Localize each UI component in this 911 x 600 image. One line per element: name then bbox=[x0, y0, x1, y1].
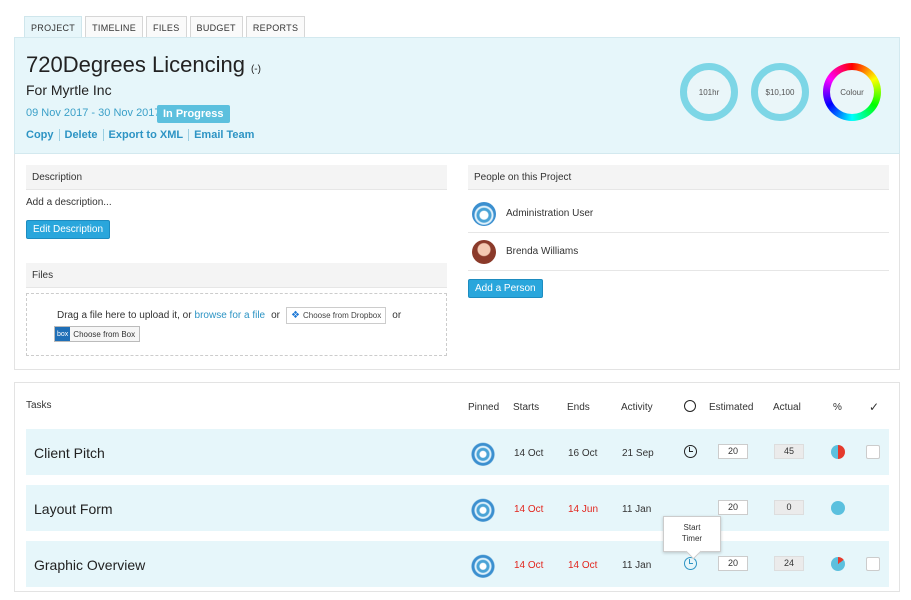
person-name: Brenda Williams bbox=[506, 246, 579, 257]
estimated-input[interactable]: 20 bbox=[718, 556, 748, 571]
add-person-button[interactable]: Add a Person bbox=[468, 279, 543, 298]
budget-ring: $10,100 bbox=[751, 63, 809, 121]
actual-value: 45 bbox=[774, 444, 804, 459]
estimated-input[interactable]: 20 bbox=[718, 500, 748, 515]
actual-value: 0 bbox=[774, 500, 804, 515]
tooltip-line-1: Start bbox=[683, 523, 701, 532]
drag-text: Drag a file here to upload it, or bbox=[57, 310, 192, 321]
description-placeholder[interactable]: Add a description... bbox=[26, 197, 112, 208]
task-name[interactable]: Layout Form bbox=[34, 501, 113, 517]
task-row[interactable]: Layout Form 14 Oct 14 Jun 11 Jan 20 0 bbox=[26, 485, 889, 531]
task-starts: 14 Oct bbox=[514, 504, 544, 515]
person-row[interactable]: Administration User bbox=[468, 195, 889, 233]
task-activity: 11 Jan bbox=[622, 504, 652, 515]
col-starts: Starts bbox=[513, 402, 540, 413]
project-title-text: 720Degrees Licencing bbox=[26, 52, 245, 77]
progress-pie bbox=[831, 557, 845, 571]
actual-value: 24 bbox=[774, 556, 804, 571]
browse-file-link[interactable]: browse for a file bbox=[195, 310, 266, 321]
col-timer-clock-icon bbox=[684, 400, 696, 412]
col-estimated: Estimated bbox=[709, 402, 754, 413]
project-client: For Myrtle Inc bbox=[26, 82, 112, 98]
col-pinned: Pinned bbox=[468, 402, 500, 413]
box-button-label: Choose from Box bbox=[73, 329, 136, 339]
task-starts: 14 Oct bbox=[514, 448, 544, 459]
estimated-input[interactable]: 20 bbox=[718, 444, 748, 459]
task-activity: 11 Jan bbox=[622, 560, 652, 571]
col-activity: Activity bbox=[621, 402, 653, 413]
task-row[interactable]: Client Pitch 14 Oct 16 Oct 21 Sep 20 45 bbox=[26, 429, 889, 475]
project-title: 720Degrees Licencing (-) bbox=[26, 52, 261, 78]
tab-files[interactable]: FILES bbox=[146, 16, 187, 37]
task-starts: 14 Oct bbox=[514, 560, 544, 571]
colour-picker-ring[interactable]: Colour bbox=[823, 63, 881, 121]
dropzone-line: Drag a file here to upload it, or browse… bbox=[57, 307, 407, 324]
tab-reports[interactable]: REPORTS bbox=[245, 16, 306, 37]
status-badge: In Progress bbox=[157, 105, 230, 123]
hours-value: 101hr bbox=[698, 87, 720, 97]
tooltip-line-2: Timer bbox=[681, 534, 703, 543]
col-ends: Ends bbox=[567, 402, 590, 413]
pinned-user-icon[interactable] bbox=[470, 496, 496, 522]
col-done: ✓ bbox=[869, 400, 880, 414]
or-text-2: or bbox=[392, 310, 402, 321]
start-timer-clock-icon[interactable] bbox=[684, 557, 697, 570]
budget-value: $10,100 bbox=[765, 87, 795, 97]
person-name: Administration User bbox=[506, 208, 594, 219]
or-text: or bbox=[271, 310, 281, 321]
hours-ring: 101hr bbox=[680, 63, 738, 121]
people-heading: People on this Project bbox=[468, 165, 889, 190]
tab-bar: PROJECT TIMELINE FILES BUDGET REPORTS bbox=[24, 16, 306, 37]
file-dropzone[interactable]: Drag a file here to upload it, or browse… bbox=[26, 293, 447, 356]
box-logo-icon: box bbox=[55, 327, 71, 341]
box-button[interactable]: box Choose from Box bbox=[54, 326, 141, 342]
files-heading: Files bbox=[26, 263, 447, 288]
avatar bbox=[472, 239, 496, 264]
delete-link[interactable]: Delete bbox=[58, 129, 103, 141]
project-details: Description Add a description... Edit De… bbox=[14, 154, 900, 370]
tab-timeline[interactable]: TIMELINE bbox=[85, 16, 144, 37]
task-ends: 14 Jun bbox=[568, 504, 599, 515]
pinned-user-icon[interactable] bbox=[470, 552, 496, 578]
project-actions: Copy Delete Export to XML Email Team bbox=[26, 129, 259, 141]
project-header: 720Degrees Licencing (-) For Myrtle Inc 0… bbox=[14, 37, 900, 154]
col-actual: Actual bbox=[773, 402, 801, 413]
copy-link[interactable]: Copy bbox=[26, 129, 59, 141]
task-ends: 16 Oct bbox=[568, 448, 598, 459]
tasks-panel: Tasks Pinned Starts Ends Activity Estima… bbox=[14, 382, 900, 592]
pinned-user-icon[interactable] bbox=[470, 440, 496, 466]
description-heading: Description bbox=[26, 165, 447, 190]
person-row[interactable]: Brenda Williams bbox=[468, 233, 889, 271]
task-name[interactable]: Client Pitch bbox=[34, 445, 105, 461]
task-complete-checkbox[interactable] bbox=[866, 557, 880, 571]
tab-project[interactable]: PROJECT bbox=[24, 16, 83, 37]
progress-pie bbox=[831, 501, 845, 515]
task-complete-checkbox[interactable] bbox=[866, 445, 880, 459]
col-percent: % bbox=[833, 402, 842, 413]
colour-label: Colour bbox=[840, 87, 864, 97]
clock-icon[interactable] bbox=[684, 445, 697, 458]
dropbox-icon: ❖ bbox=[291, 310, 300, 321]
tab-budget[interactable]: BUDGET bbox=[189, 16, 243, 37]
dropbox-button[interactable]: ❖ Choose from Dropbox bbox=[286, 307, 387, 324]
task-name[interactable]: Graphic Overview bbox=[34, 557, 145, 573]
avatar bbox=[472, 201, 496, 226]
tasks-heading: Tasks bbox=[26, 400, 52, 411]
project-dates: 09 Nov 2017 - 30 Nov 2017: bbox=[26, 107, 164, 119]
task-ends: 14 Oct bbox=[568, 560, 598, 571]
start-timer-tooltip: Start Timer bbox=[663, 516, 721, 552]
progress-pie bbox=[831, 445, 845, 459]
task-row[interactable]: Graphic Overview 14 Oct 14 Oct 11 Jan 20… bbox=[26, 541, 889, 587]
project-title-suffix[interactable]: (-) bbox=[251, 64, 261, 75]
export-xml-link[interactable]: Export to XML bbox=[102, 129, 189, 141]
edit-description-button[interactable]: Edit Description bbox=[26, 220, 111, 239]
task-activity: 21 Sep bbox=[622, 448, 654, 459]
email-team-link[interactable]: Email Team bbox=[188, 129, 259, 141]
dropbox-button-label: Choose from Dropbox bbox=[303, 311, 382, 320]
colour-picker-inner: Colour bbox=[830, 70, 874, 114]
